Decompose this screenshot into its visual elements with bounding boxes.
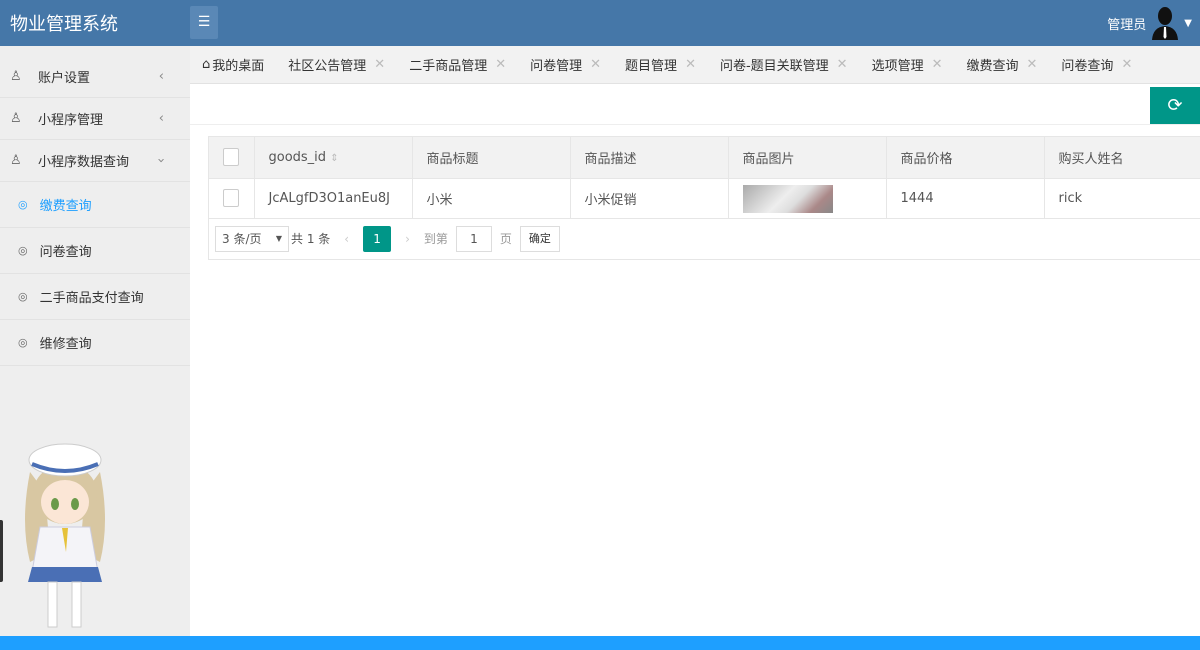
tab-fee-query[interactable]: 缴费查询 ✕: [955, 55, 1050, 74]
side-handle[interactable]: [0, 520, 3, 582]
column-label: goods_id: [268, 149, 327, 165]
page-unit-label: 页: [499, 232, 512, 246]
table-header: goods_id ⇕ 商品标题 商品描述 商品图片 商品价格 购买人姓名: [209, 137, 1200, 179]
tab-label: 问卷查询: [1061, 59, 1114, 74]
circle-user-icon: ◎: [18, 198, 28, 211]
close-icon[interactable]: ✕: [495, 57, 506, 72]
mascot-image: [25, 443, 105, 628]
sidebar-item-miniprogram[interactable]: ♙ 小程序管理 ‹: [0, 98, 190, 140]
header: 物业管理系统 ☰ 管理员 ▼: [0, 0, 1200, 46]
tab-label: 问卷-题目关联管理: [719, 59, 829, 74]
goto-page-input[interactable]: 1: [455, 225, 492, 252]
page-size-value: 3 条/页: [222, 232, 262, 246]
column-header-goods-id[interactable]: goods_id ⇕: [254, 137, 413, 179]
tab-label: 我的桌面: [212, 59, 265, 74]
close-icon[interactable]: ✕: [837, 57, 848, 72]
circle-user-icon: ◎: [18, 290, 28, 303]
page-size-select[interactable]: 3 条/页 ▼: [215, 225, 289, 252]
user-icon: ♙: [10, 69, 22, 84]
sort-icon[interactable]: ⇕: [330, 153, 338, 164]
prev-page-button[interactable]: ‹: [338, 232, 355, 246]
column-header-buyer: 购买人姓名: [1044, 137, 1200, 179]
user-name: 管理员: [1107, 17, 1147, 33]
close-icon[interactable]: ✕: [1121, 57, 1132, 72]
user-icon: ♙: [10, 153, 22, 168]
cell-goods-id: JcALgfD3O1anEu8J: [254, 178, 413, 219]
sidebar-item-account[interactable]: ♙ 账户设置 ‹: [0, 56, 190, 98]
select-all-checkbox[interactable]: [223, 148, 239, 167]
circle-user-icon: ◎: [18, 336, 28, 349]
column-header-image: 商品图片: [728, 137, 887, 179]
list-icon: ☰: [197, 14, 211, 30]
column-header-price: 商品价格: [886, 137, 1045, 179]
next-page-button[interactable]: ›: [399, 232, 416, 246]
sidebar-subitem-survey-query[interactable]: ◎ 问卷查询: [0, 228, 190, 274]
sidebar-item-data-query[interactable]: ♙ 小程序数据查询 ‹: [0, 140, 190, 182]
sidebar-item-label: 问卷查询: [39, 245, 92, 260]
tab-label: 缴费查询: [966, 59, 1019, 74]
refresh-icon: ⟳: [1167, 95, 1183, 116]
close-icon[interactable]: ✕: [590, 57, 601, 72]
tab-question[interactable]: 题目管理 ✕: [613, 55, 708, 74]
user-icon: ♙: [10, 111, 22, 126]
tab-survey-query[interactable]: 问卷查询 ✕: [1049, 55, 1144, 74]
caret-down-icon: ▼: [275, 234, 282, 243]
sidebar-item-label: 维修查询: [39, 337, 92, 352]
chevron-down-icon: ‹: [153, 157, 169, 164]
menu-toggle-button[interactable]: ☰: [190, 6, 218, 39]
table-row: JcALgfD3O1anEu8J 小米 小米促销 1444 rick: [209, 178, 1200, 219]
row-checkbox[interactable]: [223, 189, 239, 207]
close-icon[interactable]: ✕: [374, 57, 385, 72]
app-title: 物业管理系统: [10, 14, 118, 35]
total-count: 共 1 条: [291, 232, 331, 246]
column-header-title: 商品标题: [412, 137, 571, 179]
home-icon: ⌂: [202, 57, 211, 72]
tab-label: 选项管理: [871, 59, 924, 74]
tab-label: 问卷管理: [530, 59, 583, 74]
avatar-icon: [1152, 7, 1179, 40]
chevron-left-icon: ‹: [158, 111, 164, 126]
close-icon[interactable]: ✕: [1027, 57, 1038, 72]
user-menu[interactable]: 管理员 ▼: [1107, 6, 1192, 40]
sidebar-item-label: 缴费查询: [39, 199, 92, 214]
refresh-button[interactable]: ⟳: [1150, 87, 1200, 124]
sidebar-item-label: 小程序数据查询: [38, 155, 130, 170]
sidebar-subitem-repair-query[interactable]: ◎ 维修查询: [0, 320, 190, 366]
tab-label: 二手商品管理: [409, 59, 488, 74]
tab-label: 社区公告管理: [288, 59, 367, 74]
tab-home[interactable]: ⌂ 我的桌面: [190, 55, 276, 74]
sidebar-item-label: 二手商品支付查询: [39, 291, 144, 306]
data-table: goods_id ⇕ 商品标题 商品描述 商品图片 商品价格 购买人姓名 JcA…: [208, 136, 1200, 260]
circle-user-icon: ◎: [18, 244, 28, 257]
caret-down-icon: ▼: [1184, 17, 1192, 29]
goto-confirm-button[interactable]: 确定: [519, 225, 560, 252]
cell-desc: 小米促销: [570, 178, 729, 219]
tab-notice[interactable]: 社区公告管理 ✕: [276, 55, 397, 74]
footer-bar: [0, 636, 1200, 650]
close-icon[interactable]: ✕: [685, 57, 696, 72]
pagination: 3 条/页 ▼ 共 1 条 ‹ 1 › 到第 1 页 确定: [209, 219, 1200, 259]
cell-title: 小米: [412, 178, 571, 219]
goods-image[interactable]: [742, 184, 833, 213]
tab-bar: ⌂ 我的桌面 社区公告管理 ✕ 二手商品管理 ✕ 问卷管理 ✕ 题目管理 ✕ 问卷-题目关…: [190, 46, 1200, 84]
cell-price: 1444: [886, 178, 1045, 219]
tab-option[interactable]: 选项管理 ✕: [860, 55, 955, 74]
tab-survey[interactable]: 问卷管理 ✕: [518, 55, 613, 74]
sidebar-item-label: 账户设置: [38, 71, 91, 86]
column-header-desc: 商品描述: [570, 137, 729, 179]
tab-survey-question[interactable]: 问卷-题目关联管理 ✕: [708, 55, 860, 74]
goto-label: 到第: [423, 232, 448, 246]
chevron-left-icon: ‹: [158, 69, 164, 84]
sidebar-subitem-goods-payment-query[interactable]: ◎ 二手商品支付查询: [0, 274, 190, 320]
close-icon[interactable]: ✕: [932, 57, 943, 72]
cell-buyer: rick: [1044, 178, 1200, 219]
tab-goods[interactable]: 二手商品管理 ✕: [397, 55, 518, 74]
page-button-current[interactable]: 1: [363, 225, 392, 252]
toolbar: ⟳: [190, 84, 1200, 125]
sidebar-item-label: 小程序管理: [38, 113, 104, 128]
sidebar-subitem-fee-query[interactable]: ◎ 缴费查询: [0, 182, 190, 228]
tab-label: 题目管理: [625, 59, 678, 74]
